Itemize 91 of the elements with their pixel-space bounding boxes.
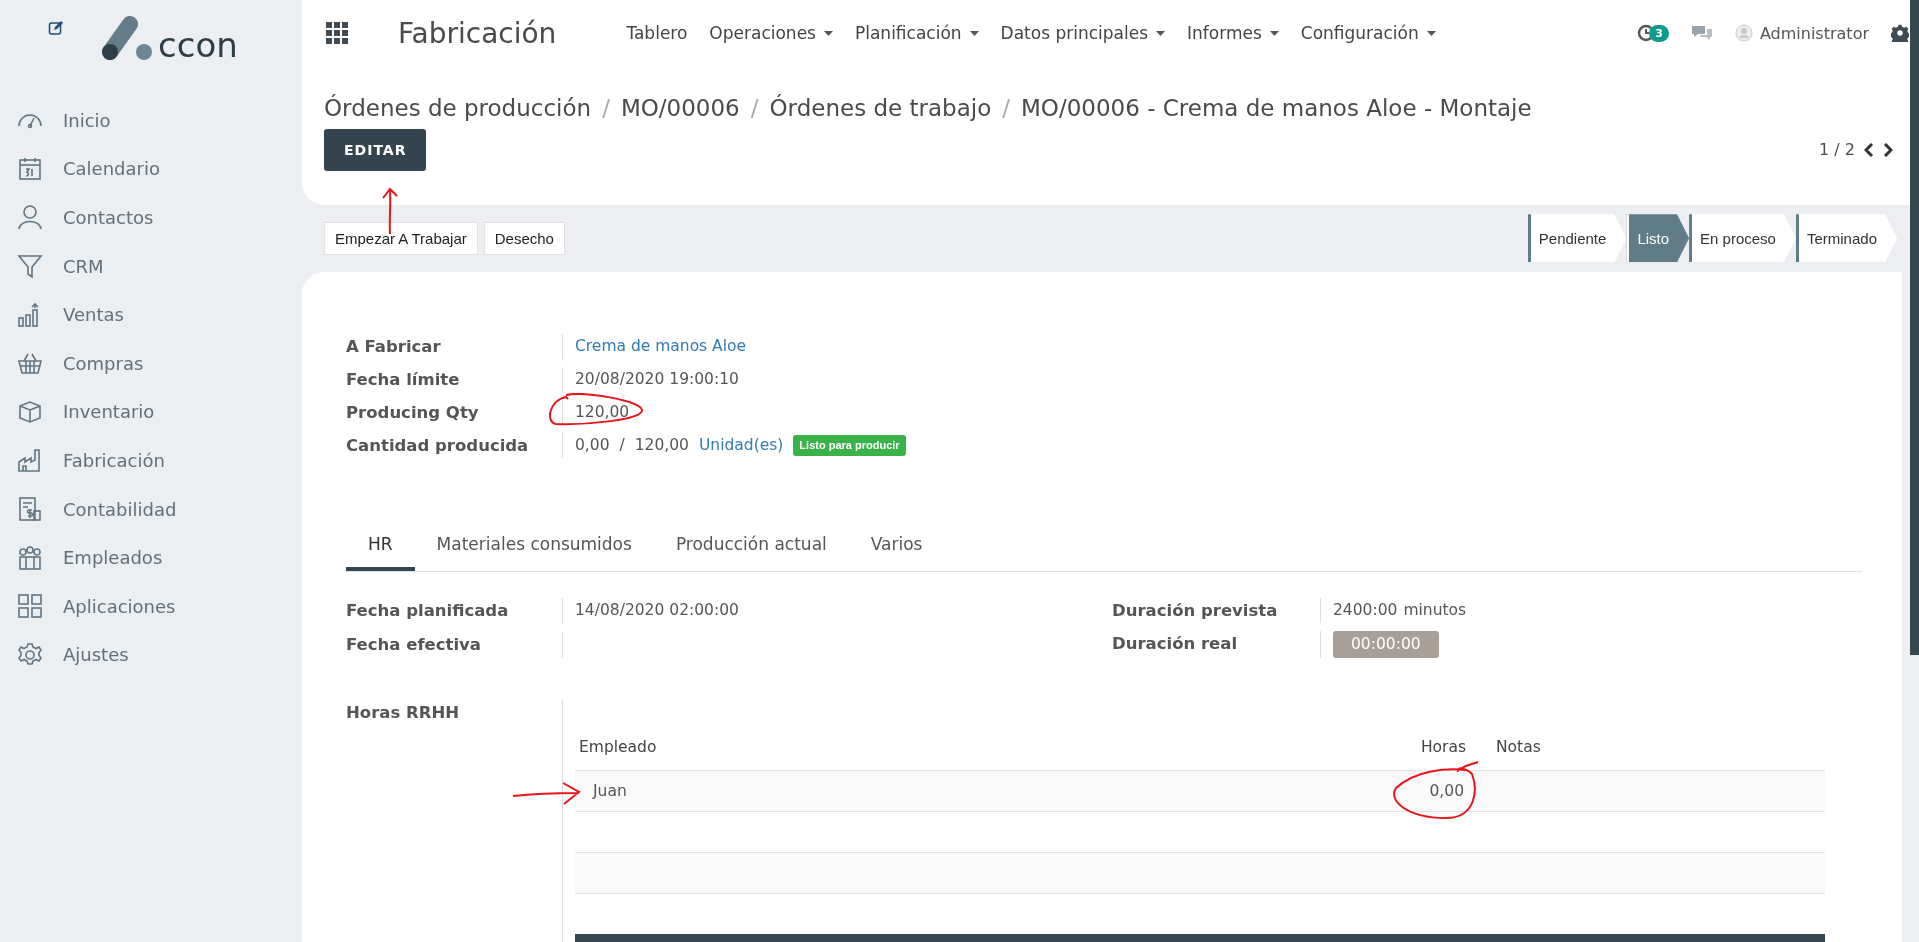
breadcrumb-link[interactable]: Órdenes de producción [324,94,592,121]
scrollbar-thumb[interactable] [1910,0,1919,655]
timer-display: 00:00:00 [1333,631,1439,658]
breadcrumb-separator: / [602,94,610,121]
field-value: 120,00 [634,435,689,456]
sidebar-item[interactable]: Inicio [0,96,302,145]
caret-icon [823,30,833,36]
funnel-icon [17,253,43,280]
unit-label: minutos [1403,601,1467,619]
status-stage[interactable]: Listo [1626,214,1690,263]
sidebar-item[interactable]: Aplicaciones [0,581,302,631]
notification-badge: 3 [1649,24,1669,42]
edit-button[interactable]: EDITAR [324,128,427,171]
field-label: Cantidad producida [346,435,530,457]
people-icon [17,544,43,571]
sidebar-item[interactable]: Ajustes [0,630,302,680]
caret-icon [1156,30,1165,36]
breadcrumb-current: MO/00006 - Crema de manos Aloe - Montaje [1020,94,1532,121]
breadcrumb-separator: / [1002,94,1010,121]
caret-icon [1426,30,1436,36]
status-stage[interactable]: En proceso [1689,214,1796,263]
table-cell: 0,00 [1402,770,1470,812]
menu-item[interactable]: Planificación [854,23,979,44]
action-button[interactable]: Empezar A Trabajar [324,221,478,255]
status-stage[interactable]: Pendiente [1527,214,1627,263]
field-label: Duración real [1112,633,1239,655]
tab[interactable]: Producción actual [653,524,849,571]
tab[interactable]: HR [346,524,415,571]
chat-icon[interactable] [1690,24,1713,43]
field-value: 0,00 [575,435,610,456]
menu-item[interactable]: Informes [1187,23,1279,44]
unit-link[interactable]: Unidad(es) [699,433,784,458]
field-label: Duración prevista [1112,600,1279,622]
sidebar-item[interactable]: CRM [0,241,302,291]
field-link[interactable]: Crema de manos Aloe [575,337,747,355]
tab[interactable]: Materiales consumidos [414,524,654,571]
factory-icon [17,447,43,474]
breadcrumb-link[interactable]: Órdenes de trabajo [769,94,992,121]
pager-count: 1 / 2 [1819,140,1855,160]
apps-grid-icon[interactable] [326,22,348,45]
avatar-icon [1734,24,1753,43]
breadcrumb-separator: / [750,94,759,121]
menu-item[interactable]: Datos principales [1000,23,1165,44]
field-value: 2400:00 [1333,601,1398,619]
caret-icon [1269,30,1279,36]
breadcrumb-link[interactable]: MO/00006 [620,94,740,121]
calendar-icon [17,155,43,182]
menu-item[interactable]: Tablero [626,23,688,44]
sidebar-item[interactable]: Ventas [0,290,302,339]
field-value: 14/08/2020 02:00:00 [575,601,739,619]
edit-icon[interactable] [48,20,64,36]
field-label: Horas RRHH [346,702,460,724]
sidebar-item[interactable]: Compras [0,338,302,388]
invoice-icon [17,496,43,523]
menu-item[interactable]: Configuración [1300,23,1436,44]
previous-icon[interactable] [1864,142,1874,157]
sidebar-item[interactable]: Inventario [0,387,302,437]
sidebar-item[interactable]: Contactos [0,193,302,242]
app-title: Fabricación [398,16,557,50]
menu-item[interactable]: Operaciones [709,23,833,44]
field-label: Producing Qty [346,402,480,424]
settings-icon [17,641,43,668]
next-icon[interactable] [1883,142,1893,157]
column-header: Horas [1402,738,1470,771]
column-header: Notas [1470,738,1825,771]
sidebar-item[interactable]: Fabricación [0,436,302,485]
field-label: Fecha planificada [346,600,510,622]
annotation-arrow [380,186,400,236]
column-header: Empleado [575,738,1402,771]
field-label: Fecha efectiva [346,634,482,656]
sidebar-item[interactable]: Empleados [0,533,302,582]
settings-icon[interactable] [1891,24,1909,43]
tab[interactable]: Varios [848,524,945,571]
logo-text: ccon [158,28,238,62]
user-menu[interactable]: Administrator [1734,23,1869,43]
field-label: A Fabricar [346,336,442,358]
table-cell: Juan [575,770,1402,812]
slash-separator: / [619,435,625,456]
status-stage[interactable]: Terminado [1795,214,1897,263]
status-badge: Listo para producir [793,435,906,456]
action-button[interactable]: Desecho [483,221,565,255]
caret-icon [969,30,979,36]
annotation-arrow [511,780,583,806]
field-value: 120,00 [575,403,630,421]
grid-icon [17,593,43,620]
sidebar-item[interactable]: Calendario [0,144,302,194]
field-label: Fecha límite [346,369,461,391]
field-value: 20/08/2020 19:00:10 [575,370,739,388]
sidebar-item[interactable]: Contabilidad [0,484,302,534]
person-icon [17,204,43,231]
box-icon [17,398,43,425]
